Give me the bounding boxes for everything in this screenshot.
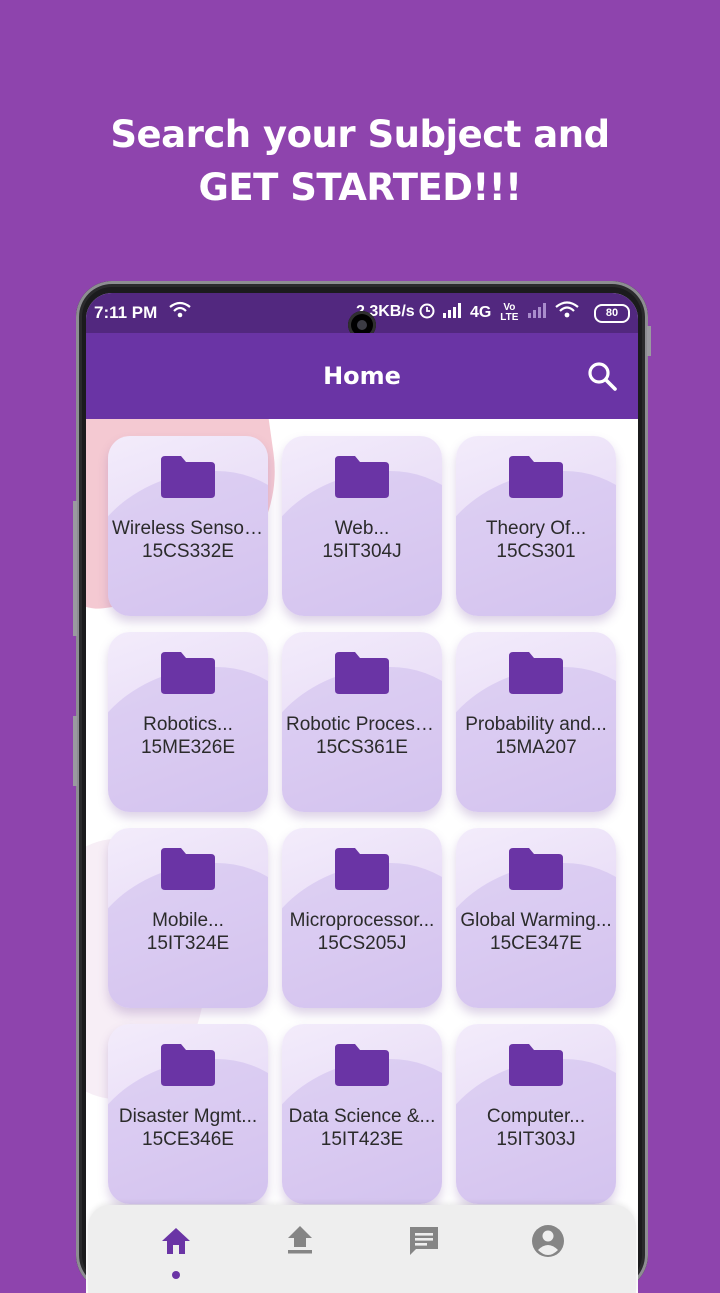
nav-account[interactable]: [528, 1221, 568, 1261]
subject-tile[interactable]: Global Warming... 15CE347E: [456, 828, 616, 1008]
battery-indicator: 80: [594, 304, 630, 323]
subject-tile[interactable]: Robotic Process... 15CS361E: [282, 632, 442, 812]
active-indicator: [172, 1271, 180, 1279]
subject-code: 15CS361E: [316, 737, 408, 758]
status-icons: 4G Vo LTE: [418, 301, 580, 324]
subject-name: Data Science &...: [288, 1106, 436, 1127]
nav-home[interactable]: [156, 1221, 196, 1261]
volume-button: [73, 501, 77, 636]
subject-name: Wireless Sensor...: [112, 518, 264, 539]
promo-line-1: Search your Subject and: [110, 113, 610, 156]
promo-line-2: GET STARTED!!!: [198, 166, 522, 209]
subject-tile[interactable]: Microprocessor... 15CS205J: [282, 828, 442, 1008]
subject-tile[interactable]: Robotics... 15ME326E: [108, 632, 268, 812]
folder-icon: [161, 456, 215, 498]
folder-icon: [335, 456, 389, 498]
folder-icon: [509, 456, 563, 498]
subject-name: Web...: [334, 518, 390, 539]
subject-tile[interactable]: Mobile... 15IT324E: [108, 828, 268, 1008]
subject-name: Robotics...: [143, 714, 233, 735]
status-time: 7:11 PM: [94, 303, 158, 322]
subject-tile[interactable]: Probability and... 15MA207: [456, 632, 616, 812]
subject-name: Probability and...: [465, 714, 607, 735]
phone-screen: 7:11 PM 2.3KB/s 4G Vo LTE 80 Home Wirele…: [86, 293, 638, 1293]
subject-tile[interactable]: Wireless Sensor... 15CS332E: [108, 436, 268, 616]
folder-icon: [161, 652, 215, 694]
subject-code: 15CS332E: [142, 541, 234, 562]
upload-icon: [288, 1226, 312, 1254]
subject-code: 15IT423E: [320, 1129, 404, 1150]
wifi-icon: [169, 301, 191, 324]
alarm-icon: [418, 301, 436, 324]
folder-icon: [509, 652, 563, 694]
search-icon: [588, 362, 617, 391]
chat-icon: [410, 1227, 438, 1255]
promo-headline: Search your Subject and GET STARTED!!!: [0, 108, 720, 214]
network-type: 4G: [470, 303, 492, 321]
app-bar: Home: [86, 333, 638, 419]
folder-icon: [161, 1044, 215, 1086]
power-button: [73, 716, 77, 786]
signal-icon: [442, 302, 464, 323]
side-key: [647, 326, 651, 356]
subject-name: Microprocessor...: [289, 910, 435, 931]
wifi-icon: [555, 301, 580, 324]
subject-code: 15CE346E: [142, 1129, 234, 1150]
subject-name: Disaster Mgmt...: [118, 1106, 258, 1127]
folder-icon: [509, 1044, 563, 1086]
nav-upload[interactable]: [280, 1221, 320, 1261]
subject-name: Computer...: [486, 1106, 586, 1127]
folder-icon: [161, 848, 215, 890]
subject-code: 15IT304J: [322, 541, 402, 562]
nav-chat[interactable]: [404, 1221, 444, 1261]
subject-name: Theory Of...: [485, 518, 587, 539]
subject-code: 15ME326E: [140, 737, 235, 758]
subject-name: Robotic Process...: [286, 714, 438, 735]
folder-icon: [335, 848, 389, 890]
volte-badge: Vo LTE: [500, 301, 519, 323]
subject-code: 15CE347E: [490, 933, 582, 954]
subject-code: 15MA207: [495, 737, 577, 758]
subject-grid: Wireless Sensor... 15CS332E Web... 15IT304J…: [86, 419, 638, 1293]
subject-tile[interactable]: Disaster Mgmt... 15CE346E: [108, 1024, 268, 1204]
folder-icon: [509, 848, 563, 890]
account-icon: [532, 1225, 564, 1257]
subject-name: Global Warming...: [460, 910, 612, 931]
subject-code: 15CS301: [496, 541, 576, 562]
subject-tile[interactable]: Web... 15IT304J: [282, 436, 442, 616]
home-icon: [162, 1228, 190, 1254]
subject-code: 15IT303J: [496, 1129, 576, 1150]
subject-tile[interactable]: Computer... 15IT303J: [456, 1024, 616, 1204]
subject-tile[interactable]: Theory Of... 15CS301: [456, 436, 616, 616]
subject-code: 15CS205J: [317, 933, 407, 954]
subject-code: 15IT324E: [146, 933, 230, 954]
signal-icon-secondary: [527, 302, 549, 323]
page-title: Home: [323, 362, 401, 390]
phone-frame: 7:11 PM 2.3KB/s 4G Vo LTE 80 Home Wirele…: [73, 281, 651, 1293]
subject-tile[interactable]: Data Science &... 15IT423E: [282, 1024, 442, 1204]
subject-name: Mobile...: [152, 910, 224, 931]
folder-icon: [335, 1044, 389, 1086]
search-button[interactable]: [586, 360, 618, 392]
folder-icon: [335, 652, 389, 694]
